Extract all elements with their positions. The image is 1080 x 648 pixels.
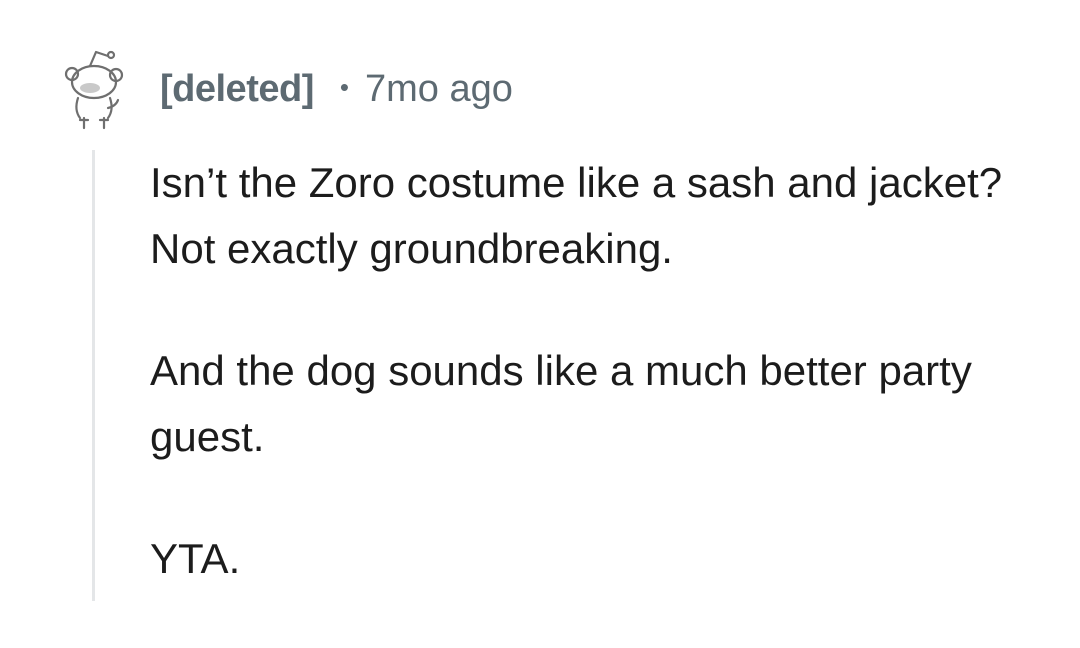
meta-separator: • xyxy=(339,71,349,102)
comment-paragraph: YTA. xyxy=(150,535,241,582)
comment-header: [deleted] • 7mo ago xyxy=(160,64,513,114)
deleted-user-avatar-icon[interactable] xyxy=(60,44,126,130)
comment-timestamp[interactable]: 7mo ago xyxy=(365,68,513,111)
comment-body: Isn’t the Zoro costume like a sash and j… xyxy=(150,150,1050,648)
comment: [deleted] • 7mo ago Isn’t the Zoro costu… xyxy=(0,0,1080,601)
comment-paragraph: Isn’t the Zoro costume like a sash and j… xyxy=(150,159,1003,272)
comment-paragraph: And the dog sounds like a much better pa… xyxy=(150,347,972,460)
thread-line[interactable] xyxy=(92,150,95,601)
author-name[interactable]: [deleted] xyxy=(160,68,314,111)
